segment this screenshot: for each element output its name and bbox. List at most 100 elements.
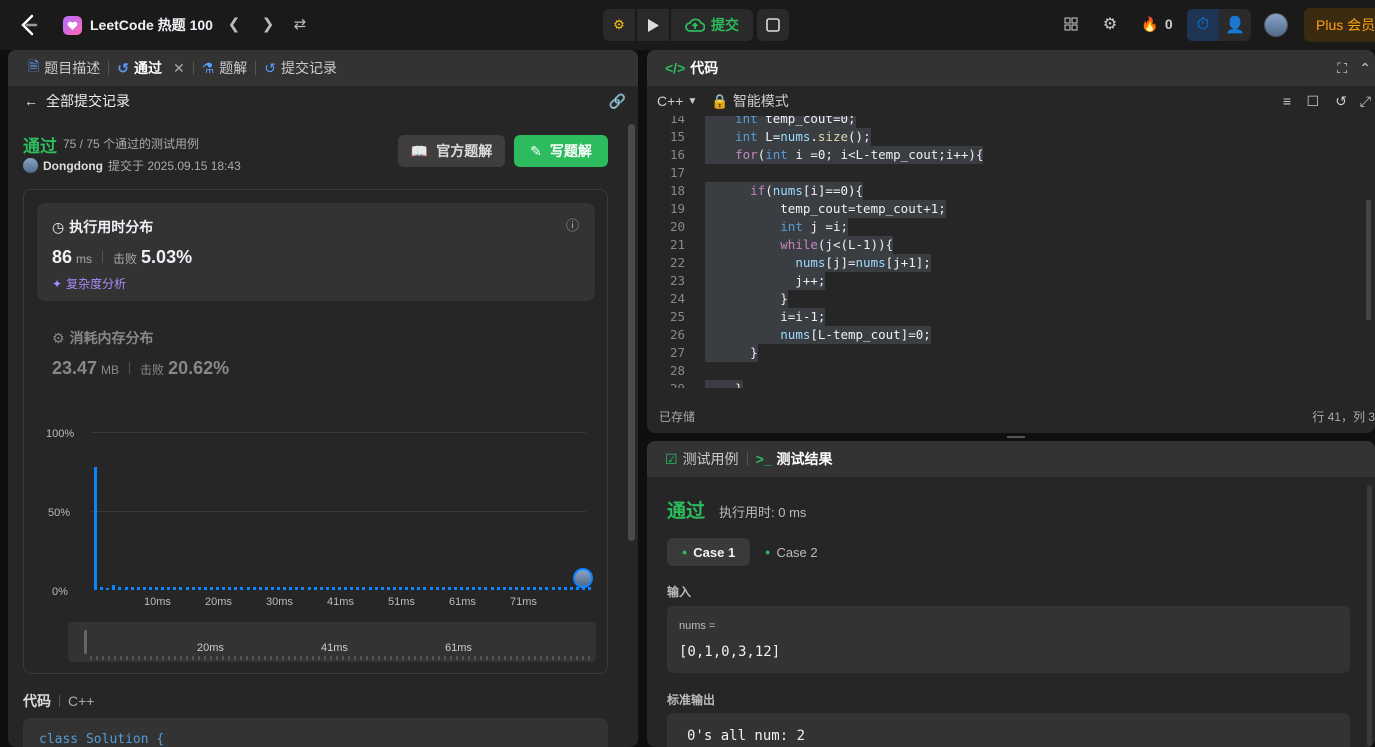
language-select[interactable]: C++ ▼: [657, 93, 697, 109]
chart-bar[interactable]: [112, 585, 116, 590]
chart-bar[interactable]: [514, 586, 518, 590]
chart-bar[interactable]: [539, 586, 543, 590]
avatar[interactable]: [23, 158, 38, 173]
chart-bar[interactable]: [222, 586, 226, 590]
chart-bar[interactable]: [209, 586, 213, 590]
resize-handle[interactable]: [1007, 436, 1025, 438]
chart-bar[interactable]: [478, 586, 482, 590]
chart-bar[interactable]: [557, 586, 561, 590]
chart-bar[interactable]: [179, 586, 183, 590]
invite-user-icon[interactable]: 👤: [1219, 9, 1251, 41]
chart-bar[interactable]: [588, 586, 592, 590]
write-solution-button[interactable]: ✎ 写题解: [514, 135, 608, 167]
code-editor[interactable]: 14 int temp_cout=0; 15 int L=nums.size();…: [647, 116, 1371, 388]
fullscreen-icon[interactable]: ⛶: [1337, 60, 1347, 77]
leetcode-logo[interactable]: [18, 13, 40, 37]
scrollbar[interactable]: [1367, 485, 1372, 747]
chart-bar[interactable]: [313, 586, 317, 590]
bookmark-icon[interactable]: ☐: [1306, 93, 1319, 110]
chart-bar[interactable]: [423, 586, 427, 590]
chart-bar[interactable]: [301, 586, 305, 590]
runtime-distribution-chart[interactable]: 100% 50% 0% 10ms 20ms 30ms 41ms 51ms 61ms 71ms: [24, 418, 609, 608]
expand-icon[interactable]: ⤢: [1360, 93, 1371, 110]
chart-bar[interactable]: [374, 586, 378, 590]
chart-bar[interactable]: [429, 586, 433, 590]
next-problem-icon[interactable]: ❯: [259, 16, 277, 34]
editor-scrollbar[interactable]: [1366, 200, 1371, 320]
chart-bar[interactable]: [234, 586, 238, 590]
chart-bar[interactable]: [527, 586, 531, 590]
layout-icon[interactable]: [1062, 12, 1080, 36]
chart-bar[interactable]: [392, 586, 396, 590]
tab-solutions[interactable]: ⚗ 题解: [194, 58, 256, 78]
tab-results[interactable]: >_ 测试结果: [748, 449, 841, 469]
chart-bar[interactable]: [521, 586, 524, 590]
timer-icon[interactable]: ⏱: [1187, 9, 1219, 41]
chart-bar[interactable]: [252, 586, 256, 590]
problem-list[interactable]: LeetCode 热题 100: [63, 15, 213, 35]
chart-bar[interactable]: [472, 586, 476, 590]
chart-bar[interactable]: [380, 586, 384, 590]
chart-bar[interactable]: [533, 586, 537, 590]
chart-bar[interactable]: [283, 586, 287, 590]
reset-icon[interactable]: ↺: [1335, 93, 1347, 110]
chart-bar[interactable]: [167, 586, 171, 590]
debug-button[interactable]: ⚙: [603, 9, 635, 41]
link-icon[interactable]: 🔗: [609, 93, 626, 110]
chart-bar[interactable]: [216, 586, 219, 590]
chart-bar[interactable]: [307, 586, 311, 590]
settings-icon[interactable]: ⚙: [1101, 12, 1119, 36]
chart-bar[interactable]: [466, 586, 470, 590]
chart-bar[interactable]: [453, 586, 457, 590]
chart-bar[interactable]: [508, 586, 512, 590]
smart-mode-toggle[interactable]: 🔒 智能模式: [711, 91, 788, 111]
chart-bar[interactable]: [338, 586, 341, 590]
memory-header[interactable]: ⚙ 消耗内存分布: [52, 328, 154, 348]
chart-bar[interactable]: [173, 586, 177, 590]
chart-bar[interactable]: [319, 586, 323, 590]
random-problem-icon[interactable]: ⇄: [291, 16, 309, 34]
official-solution-button[interactable]: 📖 官方题解: [398, 135, 505, 167]
run-button[interactable]: [637, 9, 669, 41]
tab-submissions[interactable]: ↺ 提交记录: [256, 58, 345, 78]
chart-bar[interactable]: [142, 586, 146, 590]
chart-range-slider[interactable]: 20ms 41ms 61ms: [68, 622, 596, 662]
plus-member-button[interactable]: Plus 会员: [1304, 8, 1375, 42]
runtime-card[interactable]: ◷ 执行用时分布 ⓘ 86 ms 击败 5.03% ✦ 复杂度分析: [37, 203, 595, 301]
chart-bar[interactable]: [203, 586, 207, 590]
chart-bar[interactable]: [563, 586, 567, 590]
range-handle[interactable]: [84, 630, 87, 654]
collapse-icon[interactable]: ⌃: [1359, 60, 1371, 77]
chart-bar[interactable]: [94, 466, 97, 590]
chart-bar[interactable]: [118, 586, 122, 590]
chart-bar[interactable]: [417, 586, 421, 590]
note-button[interactable]: [757, 9, 789, 41]
chart-bar[interactable]: [484, 586, 488, 590]
user-avatar[interactable]: [1264, 13, 1288, 37]
chart-bar[interactable]: [331, 586, 335, 590]
chart-bar[interactable]: [197, 586, 201, 590]
chart-bar[interactable]: [277, 586, 280, 590]
chart-bar[interactable]: [130, 586, 134, 590]
chart-bar[interactable]: [350, 586, 354, 590]
chart-bar[interactable]: [124, 586, 128, 590]
chart-bar[interactable]: [185, 586, 189, 590]
streak-counter[interactable]: 🔥 0: [1138, 12, 1176, 36]
chart-bar[interactable]: [551, 586, 555, 590]
chart-bar[interactable]: [100, 586, 104, 590]
chart-bar[interactable]: [264, 586, 268, 590]
chart-bar[interactable]: [295, 586, 299, 590]
chart-bar[interactable]: [289, 586, 293, 590]
chart-bar[interactable]: [136, 586, 140, 590]
chart-bar[interactable]: [270, 586, 274, 590]
chart-bar[interactable]: [228, 586, 232, 590]
chart-bar[interactable]: [155, 586, 158, 590]
chart-bar[interactable]: [460, 586, 463, 590]
chart-bar[interactable]: [356, 586, 360, 590]
username[interactable]: Dongdong: [43, 159, 103, 173]
chart-bar[interactable]: [325, 586, 329, 590]
submit-button[interactable]: 提交: [671, 9, 753, 41]
chart-bar[interactable]: [441, 586, 445, 590]
format-icon[interactable]: ≡: [1283, 93, 1291, 109]
your-submission-marker[interactable]: [573, 568, 593, 588]
